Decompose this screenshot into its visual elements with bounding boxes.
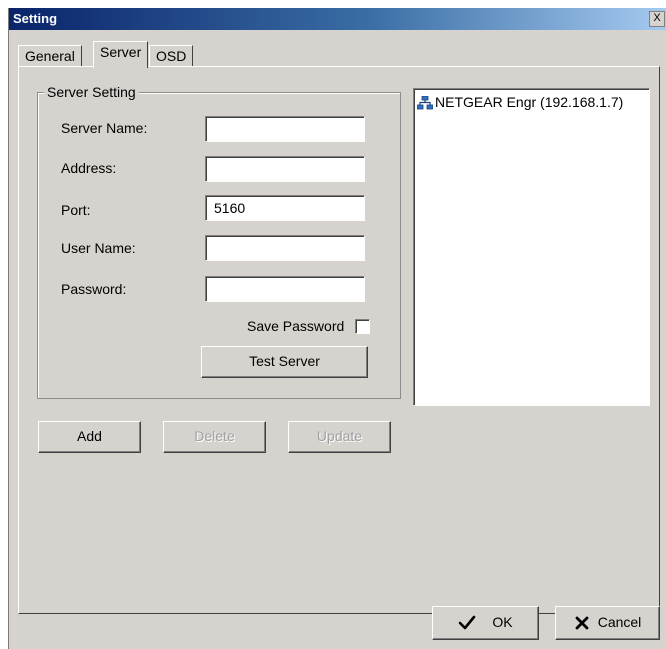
list-item[interactable]: NETGEAR Engr (192.168.1.7)	[417, 94, 623, 110]
network-icon	[417, 96, 433, 110]
server-item-label: NETGEAR Engr (192.168.1.7)	[435, 94, 624, 110]
server-name-field[interactable]	[205, 116, 365, 142]
add-label: Add	[77, 428, 102, 444]
port-field[interactable]	[205, 195, 365, 221]
x-icon	[575, 616, 589, 630]
tab-server[interactable]: Server	[93, 41, 149, 68]
close-icon: X	[653, 12, 661, 24]
title-bar[interactable]: Setting X	[9, 8, 666, 30]
update-label: Update	[316, 428, 363, 444]
tab-osd[interactable]: OSD	[149, 45, 194, 67]
tab-general[interactable]: General	[18, 45, 82, 67]
address-label: Address:	[61, 160, 117, 176]
ok-button[interactable]: OK	[432, 606, 539, 640]
server-list[interactable]: NETGEAR Engr (192.168.1.7)	[413, 88, 650, 406]
password-field[interactable]	[205, 276, 365, 302]
window-title: Setting	[13, 11, 58, 26]
ok-label: OK	[492, 614, 513, 630]
close-button[interactable]: X	[649, 11, 665, 27]
cancel-button[interactable]: Cancel	[555, 606, 660, 640]
user-name-label: User Name:	[61, 240, 136, 256]
user-name-field[interactable]	[205, 235, 365, 261]
save-password-checkbox[interactable]	[355, 319, 370, 334]
delete-button[interactable]: Delete	[163, 421, 266, 453]
update-button[interactable]: Update	[288, 421, 391, 453]
add-button[interactable]: Add	[38, 421, 141, 453]
tab-general-label: General	[25, 48, 75, 64]
tab-osd-label: OSD	[156, 48, 187, 64]
delete-label: Delete	[194, 428, 235, 444]
checkmark-icon	[459, 615, 476, 630]
server-name-label: Server Name:	[61, 120, 148, 136]
save-password-label: Save Password	[247, 318, 345, 334]
password-label: Password:	[61, 281, 127, 297]
cancel-label: Cancel	[597, 614, 642, 630]
group-title: Server Setting	[44, 84, 139, 100]
tab-server-label: Server	[100, 44, 142, 60]
address-field[interactable]	[205, 156, 365, 182]
port-label: Port:	[61, 202, 91, 218]
test-server-label: Test Server	[249, 353, 320, 369]
test-server-button[interactable]: Test Server	[201, 346, 368, 378]
